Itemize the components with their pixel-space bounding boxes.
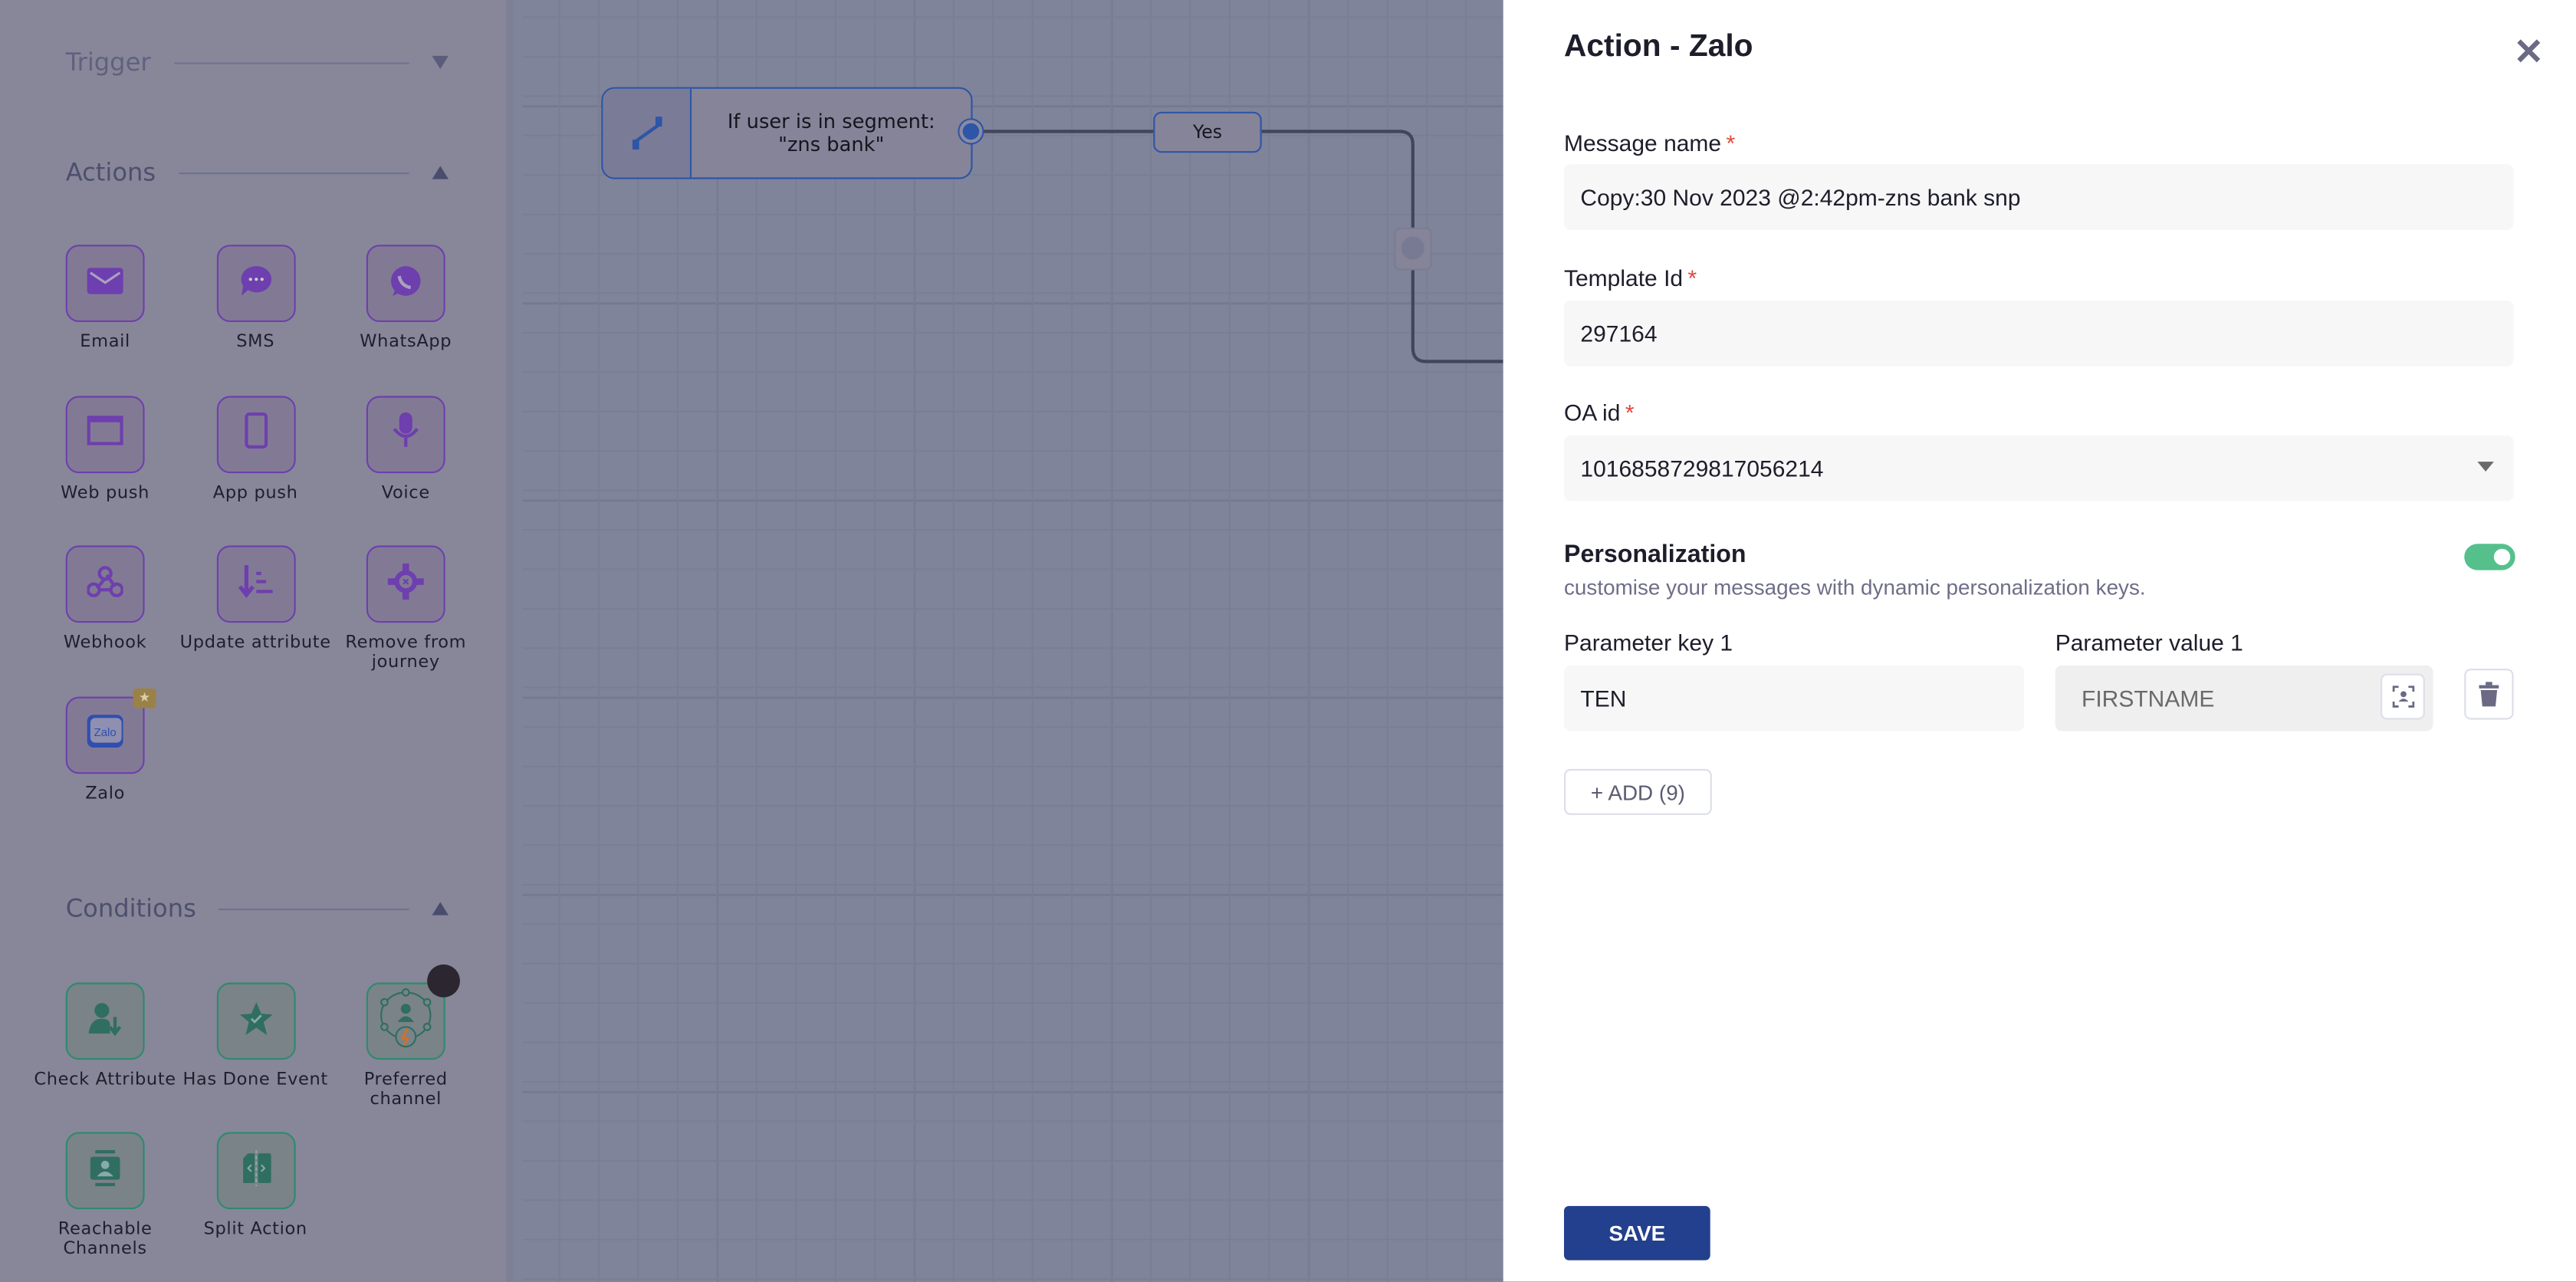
template-id-label: Template Id * [1563, 265, 1697, 291]
contact-card-icon [89, 1149, 122, 1192]
palette-item-label: Preferred channel [363, 1070, 448, 1109]
palette-item-whatsapp[interactable]: WhatsApp [330, 245, 481, 352]
palette-item-zalo[interactable]: Zalo ★ Zalo [30, 687, 181, 803]
caret-up-icon[interactable] [432, 166, 449, 179]
palette-item-preferred-channel[interactable]: Preferred channel [330, 964, 481, 1109]
caret-down-icon[interactable] [432, 55, 449, 69]
close-icon[interactable]: ✕ [2514, 31, 2545, 74]
branch-label-yes[interactable]: Yes [1153, 111, 1262, 153]
segment-condition-node[interactable]: If user is in segment: "zns bank" [601, 87, 973, 179]
param-key-label: Parameter key 1 [1563, 629, 1733, 656]
param-key-input[interactable]: TEN [1563, 665, 2024, 731]
palette-item-label: Remove from journey [345, 633, 467, 672]
node-output-port[interactable] [959, 120, 983, 143]
palette-item-label: Webhook [63, 633, 147, 653]
palette-item-label: Has Done Event [182, 1070, 328, 1090]
personalization-title: Personalization [1563, 541, 1746, 569]
palette-item-web-push[interactable]: Web push [30, 395, 181, 502]
add-parameter-button[interactable]: + ADD (9) [1563, 768, 1712, 815]
oa-id-label: OA id * [1563, 399, 1635, 426]
palette-item-label: App push [212, 482, 298, 502]
palette-item-label: Reachable Channels [58, 1219, 153, 1259]
user-arrow-icon [87, 1000, 123, 1043]
palette-item-label: WhatsApp [360, 331, 452, 352]
save-button[interactable]: SAVE [1563, 1205, 1710, 1261]
palette-item-label: Check Attribute [34, 1070, 176, 1090]
oa-id-value: 1016858729817056214 [1580, 455, 1824, 482]
section-title: Conditions [65, 893, 196, 924]
premium-star-icon: ★ [133, 687, 156, 708]
chat-bubble-icon [238, 262, 274, 305]
divider [173, 61, 409, 64]
user-avatar [427, 964, 460, 998]
palette-item-check-attribute[interactable]: Check Attribute [30, 982, 181, 1090]
divider [219, 907, 409, 910]
envelope-icon [87, 267, 123, 300]
journey-canvas[interactable]: If user is in segment: "zns bank" Yes [522, 0, 1503, 1282]
palette-item-split-action[interactable]: Split Action [180, 1132, 331, 1239]
action-config-panel: Action - Zalo ✕ Message name * Copy:30 No… [1503, 0, 2576, 1282]
param-value-label: Parameter value 1 [2055, 629, 2243, 656]
user-network-icon [373, 985, 439, 1057]
branch-icon [603, 88, 692, 178]
svg-text:Zalo: Zalo [94, 726, 117, 739]
message-name-label: Message name * [1563, 130, 1736, 156]
node-text: If user is in segment: [727, 110, 935, 133]
personalization-toggle[interactable] [2464, 544, 2515, 570]
palette-item-label: SMS [236, 331, 275, 352]
personalization-subtitle: customise your messages with dynamic per… [1563, 575, 2146, 600]
delete-param-button[interactable] [2464, 669, 2514, 720]
palette-item-label: Voice [381, 482, 430, 502]
palette-item-remove-from-journey[interactable]: Remove from journey [330, 545, 481, 672]
section-title: Actions [65, 157, 156, 188]
dropdown-arrow-icon [2477, 462, 2494, 472]
personalization-picker-button[interactable] [2380, 673, 2425, 720]
panel-title: Action - Zalo [1563, 29, 1753, 64]
param-value-text: FIRSTNAME [2082, 685, 2215, 712]
palette-item-email[interactable]: Email [30, 245, 181, 352]
split-icon [238, 1149, 274, 1192]
palette-item-update-attribute[interactable]: Update attribute [179, 545, 331, 653]
sort-down-icon [237, 563, 274, 606]
palette-item-label: Email [80, 331, 130, 352]
webhook-icon [86, 564, 124, 603]
oa-id-select[interactable]: 1016858729817056214 [1563, 435, 2514, 501]
node-segment: "zns bank" [778, 133, 885, 156]
mobile-icon [244, 412, 268, 455]
whatsapp-icon [388, 262, 424, 305]
zalo-logo: Zalo [87, 715, 123, 754]
caret-up-icon[interactable] [432, 902, 449, 915]
clock-icon [1401, 236, 1424, 260]
section-trigger[interactable]: Trigger [66, 46, 449, 79]
palette-item-voice[interactable]: Voice [330, 395, 481, 502]
palette-item-label: Web push [61, 482, 150, 502]
palette-item-webhook[interactable]: Webhook [30, 545, 181, 653]
browser-window-icon [87, 416, 123, 452]
palette-item-label: Split Action [203, 1219, 307, 1239]
microphone-icon [391, 411, 421, 457]
param-value-input[interactable]: FIRSTNAME [2055, 665, 2433, 731]
message-name-input[interactable]: Copy:30 Nov 2023 @2:42pm-zns bank snp [1563, 164, 2514, 230]
palette-item-label: Update attribute [179, 633, 331, 653]
section-conditions[interactable]: Conditions [66, 892, 449, 925]
section-title: Trigger [65, 48, 151, 77]
trash-icon [2479, 681, 2499, 706]
palette-item-app-push[interactable]: App push [180, 395, 331, 502]
divider [179, 171, 409, 174]
star-check-icon [238, 1000, 274, 1043]
user-scan-icon [2391, 685, 2414, 708]
node-palette-sidebar: Trigger Actions Email SMS WhatsApp Web push… [0, 0, 514, 1282]
gear-x-icon [387, 562, 424, 606]
palette-item-sms[interactable]: SMS [180, 245, 331, 352]
palette-item-reachable-channels[interactable]: Reachable Channels [30, 1132, 181, 1258]
connector-lines [982, 130, 1503, 363]
palette-item-label: Zalo [85, 783, 126, 803]
palette-item-has-done-event[interactable]: Has Done Event [180, 982, 331, 1090]
section-actions[interactable]: Actions [66, 156, 449, 189]
template-id-input[interactable]: 297164 [1563, 301, 2514, 367]
